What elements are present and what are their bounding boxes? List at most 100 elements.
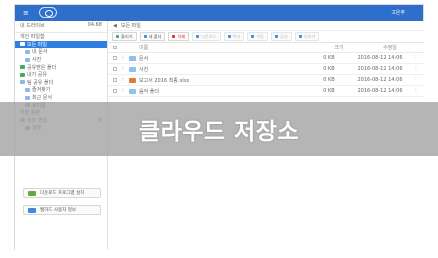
toolbar-button-label: 올리기 [121, 33, 133, 39]
clock-icon [25, 95, 30, 100]
sidebar-item[interactable]: 모든 파일 [15, 40, 107, 49]
doc-icon [128, 77, 136, 83]
column-size[interactable]: 크기 [319, 44, 359, 51]
column-name[interactable]: 이름 [129, 44, 319, 51]
row-checkbox[interactable] [113, 67, 117, 71]
table-row[interactable]: ☆ 보고서 2016 최종.xlsx 0 KB 2016-08-12 14:06 ⋮ [108, 75, 424, 86]
toolbar-button[interactable]: 새 폴더 [139, 32, 166, 41]
toolbar-button-label: 더보기 [303, 33, 316, 39]
team-icon [20, 80, 25, 85]
file-size: 0 KB [323, 77, 335, 83]
toolbar-button[interactable]: 더보기 [294, 32, 320, 41]
file-date: 2016-08-12 14:06 [357, 66, 403, 72]
table-header: ☆ 이름 크기 수정일 [108, 43, 424, 53]
banner-title: 클라우드 저장소 [138, 119, 300, 145]
folder-icon [25, 49, 30, 54]
user-info-button[interactable]: 웹하드 사용자 정보 [23, 205, 101, 215]
toolbar-button-icon [275, 35, 279, 38]
toolbar-button-icon [298, 35, 302, 38]
cloud-logo-icon[interactable] [39, 7, 57, 18]
info-icon [28, 207, 36, 213]
file-name[interactable]: 보고서 2016 최종.xlsx [139, 77, 189, 84]
toolbar-button-icon [251, 35, 255, 38]
toolbar-button-icon [227, 35, 231, 38]
toolbar: 올리기 새 폴더 삭제 다운로드 복사 이동 공유 더보기 [108, 31, 424, 43]
column-date[interactable]: 수정일 [359, 44, 421, 51]
sidebar-item[interactable]: 내 문서 [15, 48, 107, 56]
sidebar-item[interactable]: 내가 공유 [15, 71, 107, 79]
sidebar-item-label: 사진 [32, 57, 42, 64]
more-icon[interactable]: ⋮ [411, 66, 421, 72]
toolbar-button-label: 다운로드 [201, 33, 217, 39]
star-icon [25, 87, 30, 92]
star-icon[interactable]: ☆ [121, 77, 125, 83]
folder-icon [128, 66, 136, 72]
more-icon[interactable]: ⋮ [411, 77, 421, 83]
file-name[interactable]: 음악 폴더 [139, 88, 159, 95]
star-icon[interactable]: ☆ [121, 88, 125, 94]
more-icon[interactable]: ⋮ [411, 55, 421, 61]
top-bar: ≡ 👤 고은주 [15, 5, 423, 21]
toolbar-button-icon [172, 35, 176, 38]
sidebar-item[interactable]: 개인 파일함 [15, 33, 107, 41]
sidebar-item[interactable]: 공유받은 폴더 [15, 63, 107, 71]
table-row[interactable]: ☆ 문서 0 KB 2016-08-12 14:06 ⋮ [108, 53, 424, 64]
file-name-cell: 사진 [128, 66, 309, 73]
toolbar-button-icon [143, 35, 147, 38]
file-name[interactable]: 문서 [139, 55, 148, 62]
sidebar-item[interactable]: 사진 [15, 56, 107, 64]
install-program-label: 다운로드 프로그램 설치 [40, 191, 85, 196]
share-icon [20, 65, 25, 70]
select-all-checkbox[interactable] [113, 45, 117, 50]
toolbar-button-label: 이동 [256, 33, 265, 39]
menu-icon[interactable]: ≡ [23, 9, 29, 17]
more-icon[interactable]: ⋮ [411, 88, 421, 94]
user-menu[interactable]: 👤 고은주 [381, 9, 405, 16]
toolbar-button-icon [196, 35, 200, 38]
star-icon[interactable]: ☆ [121, 55, 125, 61]
sidebar-item[interactable]: 최근 문서 [15, 94, 107, 102]
folder-icon [128, 55, 136, 61]
sidebar-item-label: 개인 파일함 [20, 34, 45, 41]
sidebar-item[interactable]: 팀 공유 폴더 [15, 79, 107, 87]
install-program-button[interactable]: 다운로드 프로그램 설치 [23, 188, 101, 198]
sidebar-header-usage: 04.68 [87, 22, 102, 28]
toolbar-button[interactable]: 이동 [247, 32, 269, 41]
folder-icon [20, 42, 25, 47]
file-date: 2016-08-12 14:06 [357, 77, 403, 83]
user-info-label: 웹하드 사용자 정보 [40, 208, 76, 213]
row-checkbox[interactable] [113, 56, 117, 60]
file-name[interactable]: 사진 [139, 66, 148, 73]
toolbar-button[interactable]: 다운로드 [192, 32, 221, 41]
toolbar-button-label: 공유 [280, 33, 288, 39]
file-name-cell: 문서 [128, 55, 309, 62]
sidebar-item-label: 공유받은 폴더 [27, 64, 57, 71]
toolbar-button[interactable]: 삭제 [168, 32, 190, 41]
toolbar-button-label: 복사 [232, 33, 241, 39]
back-icon[interactable]: ◀ [113, 23, 117, 29]
row-checkbox[interactable] [113, 89, 117, 93]
sidebar-item-label: 팀 공유 폴더 [27, 79, 54, 86]
toolbar-button[interactable]: 올리기 [112, 32, 137, 41]
table-row[interactable]: ☆ 음악 폴더 0 KB 2016-08-12 14:06 ⋮ [108, 86, 424, 97]
row-checkbox[interactable] [113, 78, 117, 82]
star-icon[interactable]: ☆ [121, 66, 125, 72]
share-icon [20, 72, 25, 77]
file-date: 2016-08-12 14:06 [357, 55, 403, 61]
toolbar-button[interactable]: 공유 [271, 32, 292, 41]
file-name-cell: 음악 폴더 [128, 88, 309, 95]
toolbar-button[interactable]: 복사 [223, 32, 245, 41]
sidebar-item[interactable]: 즐겨찾기 [15, 86, 107, 94]
file-size: 0 KB [323, 55, 335, 61]
file-date: 2016-08-12 14:06 [357, 88, 403, 94]
banner-overlay: 클라우드 저장소 [0, 102, 438, 156]
sidebar-item-label: 최근 문서 [32, 95, 52, 102]
person-icon: 👤 [380, 9, 389, 16]
table-row[interactable]: ☆ 사진 0 KB 2016-08-12 14:06 ⋮ [108, 64, 424, 75]
sidebar-item-label: 내가 공유 [27, 72, 47, 79]
sidebar-header-title: 내 드라이브 [20, 23, 45, 29]
breadcrumb-current[interactable]: 모든 파일 [121, 22, 141, 29]
sidebar-item-label: 내 문서 [32, 49, 48, 56]
file-size: 0 KB [323, 88, 335, 94]
download-icon [28, 190, 36, 196]
